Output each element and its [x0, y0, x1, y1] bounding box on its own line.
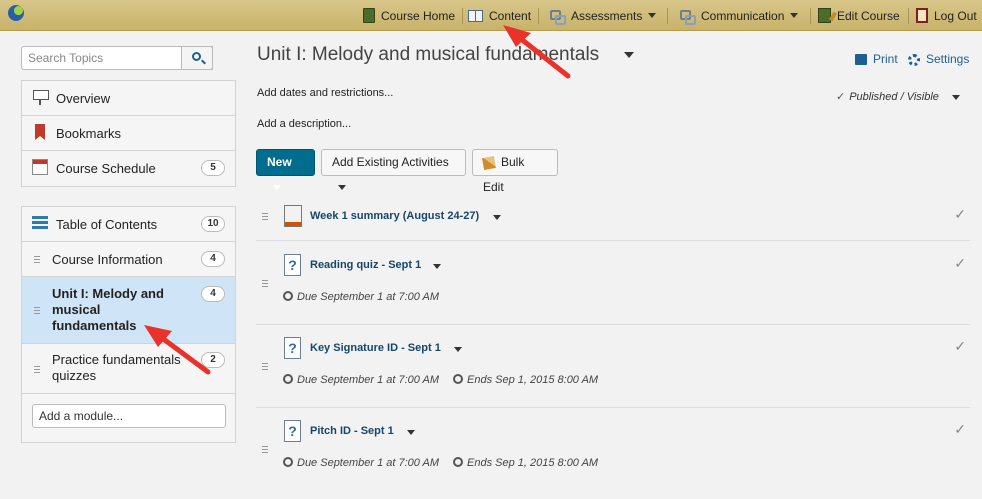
annotation-arrow-module	[144, 325, 211, 375]
annotation-arrow-content	[503, 25, 571, 79]
annotation-arrows	[144, 25, 571, 375]
